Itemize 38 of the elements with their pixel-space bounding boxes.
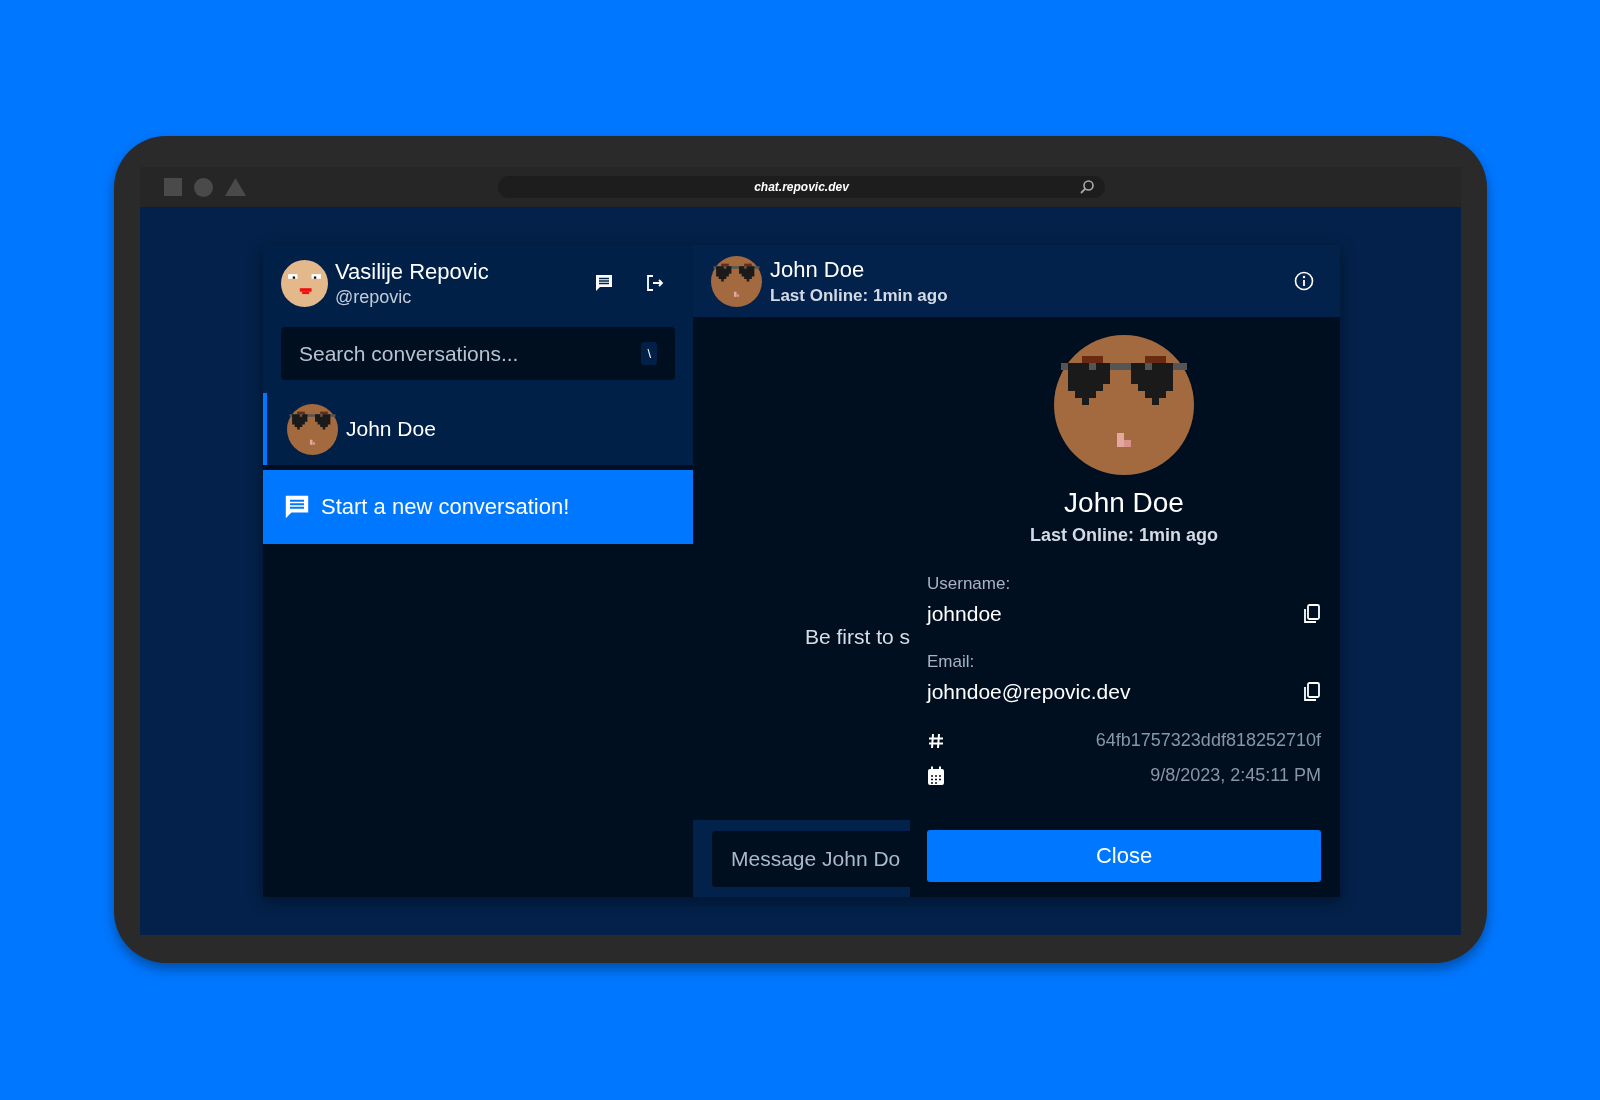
search-icon[interactable] [1079,179,1095,195]
user-id: 64fb1757323ddf818252710f [1095,730,1321,751]
user-handle: @repovic [335,286,413,308]
message-placeholder: Message John Do [731,846,901,871]
search-placeholder: Search conversations... [299,341,520,366]
chat-icon[interactable] [594,273,614,293]
avatar-icon [711,255,762,307]
square-icon [164,178,182,196]
copy-icon[interactable] [1303,604,1321,624]
shortcut-key: \ [641,342,657,365]
contact-name: John Doe [770,256,866,283]
field-label: Email: [927,652,975,671]
field-value: johndoe@repovic.dev [927,680,1131,704]
info-icon[interactable] [1294,271,1314,291]
avatar-icon [287,403,338,455]
avatar-icon [281,259,328,307]
empty-chat-message: Be first to s [804,625,910,649]
field-value: johndoe [927,602,1002,626]
calendar-icon [927,765,945,786]
search-field[interactable]: Search conversations... \ [281,327,675,380]
last-online-text: Last Online: 1min ago [1030,525,1218,546]
close-button[interactable]: Close [927,830,1321,882]
circle-icon [194,177,213,197]
last-online-text: Last Online: 1min ago [770,285,949,306]
hash-icon [927,731,945,750]
profile-name: John Doe [1064,487,1184,519]
message-field[interactable]: Message John Do [712,830,910,887]
triangle-icon [225,178,246,196]
field-label: Username: [927,574,1011,593]
url-text: chat.repovic.dev [754,180,849,194]
user-name: Vasilije Repovic [335,258,490,285]
profile-avatar-icon [1054,335,1194,475]
new-conversation-button[interactable]: Start a new conversation! [263,470,693,544]
conversation-item[interactable]: John Doe [263,393,693,465]
created-date: 9/8/2023, 2:45:11 PM [1150,765,1321,786]
copy-icon[interactable] [1303,682,1321,702]
address-bar[interactable]: chat.repovic.dev [498,176,1105,198]
logout-icon[interactable] [645,273,665,293]
